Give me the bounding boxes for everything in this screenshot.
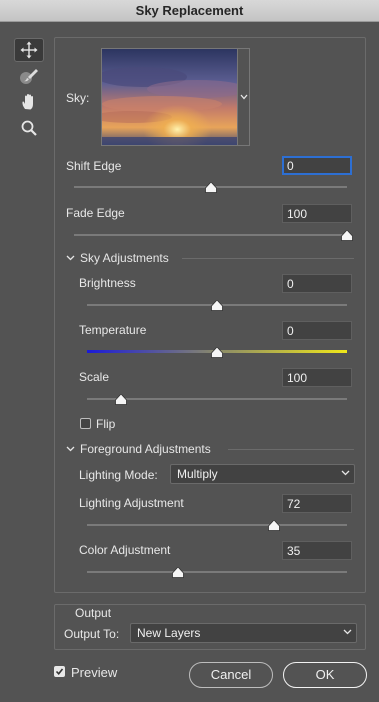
color-adjustment-input[interactable]: 35 <box>282 541 352 560</box>
chevron-down-icon <box>66 446 75 452</box>
sky-label: Sky: <box>66 91 90 105</box>
section-divider <box>182 258 354 259</box>
output-to-value: New Layers <box>137 626 201 640</box>
brightness-slider-thumb[interactable] <box>211 300 223 311</box>
tool-column <box>14 38 44 142</box>
output-to-label: Output To: <box>64 627 120 641</box>
sky-preset-thumbnail[interactable] <box>101 48 238 146</box>
sky-adjustments-header[interactable]: Sky Adjustments <box>66 251 169 265</box>
scale-input[interactable]: 100 <box>282 368 352 387</box>
move-tool-button[interactable] <box>14 38 44 62</box>
output-heading: Output <box>72 606 115 620</box>
shift-edge-slider-thumb[interactable] <box>204 182 217 193</box>
lighting-adjustment-slider-track[interactable] <box>87 524 347 526</box>
shift-edge-input[interactable]: 0 <box>282 156 352 175</box>
preview-label: Preview <box>71 665 118 680</box>
chevron-down-icon <box>66 255 75 261</box>
chevron-down-icon <box>341 470 350 476</box>
hand-tool-button[interactable] <box>14 90 44 114</box>
sky-adjustments-heading: Sky Adjustments <box>80 251 169 265</box>
checkmark-icon <box>55 668 64 676</box>
lighting-mode-label: Lighting Mode: <box>79 468 158 482</box>
zoom-tool-button[interactable] <box>14 116 44 140</box>
fade-edge-slider-track[interactable] <box>74 234 347 236</box>
temperature-label: Temperature <box>79 323 147 337</box>
zoom-icon <box>21 120 37 136</box>
lighting-mode-value: Multiply <box>177 467 218 481</box>
fade-edge-input[interactable]: 100 <box>282 204 352 223</box>
brightness-input[interactable]: 0 <box>282 274 352 293</box>
temperature-slider-thumb[interactable] <box>211 347 223 358</box>
lighting-adjustment-input[interactable]: 72 <box>282 494 352 513</box>
foreground-adjustments-heading: Foreground Adjustments <box>80 442 211 456</box>
fade-edge-slider-thumb[interactable] <box>341 230 353 241</box>
window-title: Sky Replacement <box>0 0 379 22</box>
color-adjustment-label: Color Adjustment <box>79 543 171 557</box>
lighting-mode-select[interactable]: Multiply <box>170 464 355 484</box>
lighting-adjustment-slider-thumb[interactable] <box>268 520 281 531</box>
flip-label: Flip <box>96 417 116 431</box>
scale-slider-thumb[interactable] <box>114 394 127 405</box>
fade-edge-label: Fade Edge <box>66 206 125 220</box>
output-to-select[interactable]: New Layers <box>130 623 357 643</box>
sky-brush-icon <box>20 69 38 84</box>
section-divider <box>228 449 354 450</box>
brightness-label: Brightness <box>79 276 136 290</box>
cancel-button[interactable]: Cancel <box>189 662 273 688</box>
scale-label: Scale <box>79 370 110 384</box>
color-adjustment-slider-thumb[interactable] <box>172 567 184 578</box>
foreground-adjustments-header[interactable]: Foreground Adjustments <box>66 442 211 456</box>
chevron-down-icon <box>240 94 247 100</box>
color-adjustment-slider-track[interactable] <box>87 571 347 573</box>
move-icon <box>20 41 38 59</box>
sky-image <box>102 49 237 145</box>
sky-preset-dropdown[interactable] <box>238 48 250 146</box>
sky-brush-tool-button[interactable] <box>14 64 44 88</box>
flip-checkbox[interactable] <box>80 418 91 429</box>
chevron-down-icon <box>343 629 352 635</box>
preview-checkbox[interactable] <box>54 666 65 677</box>
shift-edge-label: Shift Edge <box>66 159 122 173</box>
hand-icon <box>22 94 33 110</box>
ok-button[interactable]: OK <box>283 662 367 688</box>
temperature-input[interactable]: 0 <box>282 321 352 340</box>
lighting-adjustment-label: Lighting Adjustment <box>79 496 184 510</box>
